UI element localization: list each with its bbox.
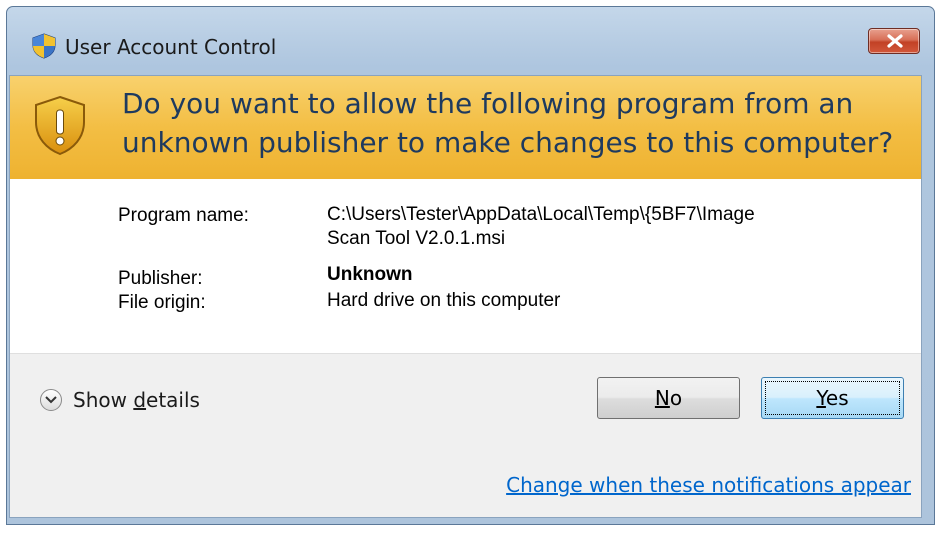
question-line-1: Do you want to allow the following progr… (122, 87, 854, 120)
warning-banner: Do you want to allow the following progr… (10, 76, 921, 179)
change-notifications-link[interactable]: Change when these notifications appear (506, 473, 911, 497)
window-title: User Account Control (65, 35, 277, 59)
program-name-value-line-1: C:\Users\Tester\AppData\Local\Temp\{5BF7… (327, 204, 755, 225)
close-button[interactable] (868, 28, 920, 54)
uac-shield-icon (31, 33, 57, 59)
no-button[interactable]: No (597, 377, 740, 419)
yes-label-rest: es (825, 386, 849, 410)
file-origin-label: File origin: (118, 292, 206, 313)
publisher-value: Unknown (327, 264, 413, 285)
notification-settings-area: Change when these notifications appear (10, 440, 921, 517)
show-details-link[interactable]: Show details (73, 388, 200, 412)
show-details-expander[interactable] (40, 389, 62, 411)
publisher-label: Publisher: (118, 268, 203, 289)
show-details-accelerator: d (133, 388, 147, 412)
uac-question: Do you want to allow the following progr… (122, 84, 911, 162)
show-details-text-post: etails (146, 388, 200, 412)
question-line-2: unknown publisher to make changes to thi… (122, 126, 894, 159)
dialog-content: Do you want to allow the following progr… (9, 75, 922, 518)
uac-dialog: User Account Control Do you want to allo… (6, 6, 935, 525)
no-label-rest: o (669, 386, 683, 410)
button-bar: Show details No Yes (10, 353, 921, 442)
show-details-text-pre: Show (73, 388, 134, 412)
warning-shield-icon (32, 94, 88, 156)
yes-button[interactable]: Yes (761, 377, 904, 419)
file-origin-value: Hard drive on this computer (327, 290, 561, 311)
yes-accelerator: Y (816, 386, 826, 410)
program-name-label: Program name: (118, 205, 249, 226)
no-accelerator: N (654, 386, 670, 410)
chevron-down-icon (45, 396, 57, 404)
program-details: Program name: C:\Users\Tester\AppData\Lo… (10, 179, 921, 353)
title-bar: User Account Control (7, 7, 934, 75)
close-icon (887, 34, 903, 48)
program-name-value-line-2: Scan Tool V2.0.1.msi (327, 228, 506, 249)
